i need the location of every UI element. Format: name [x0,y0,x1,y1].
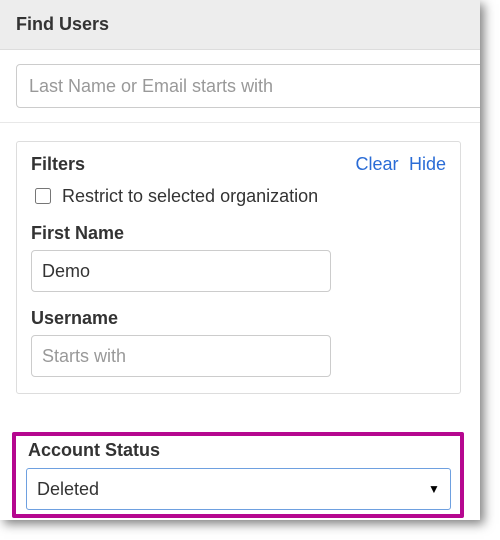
username-label: Username [31,308,446,329]
username-input[interactable] [31,335,331,377]
find-users-panel: Find Users Filters Clear Hide Restrict t… [0,0,480,520]
filters-header: Filters Clear Hide [31,154,446,175]
hide-filters-link[interactable]: Hide [409,154,446,174]
account-status-label: Account Status [28,440,160,461]
search-row [0,50,480,123]
account-status-select[interactable]: Deleted [26,468,451,510]
restrict-checkbox[interactable] [35,188,51,204]
restrict-row: Restrict to selected organization [31,185,446,207]
filters-panel: Filters Clear Hide Restrict to selected … [16,141,461,394]
filter-links: Clear Hide [350,154,447,175]
panel-header: Find Users [0,0,480,50]
clear-filters-link[interactable]: Clear [356,154,399,174]
filters-title: Filters [31,154,85,175]
first-name-input[interactable] [31,250,331,292]
first-name-label: First Name [31,223,446,244]
search-input[interactable] [16,64,480,108]
panel-title: Find Users [16,14,109,34]
restrict-label: Restrict to selected organization [62,186,318,207]
